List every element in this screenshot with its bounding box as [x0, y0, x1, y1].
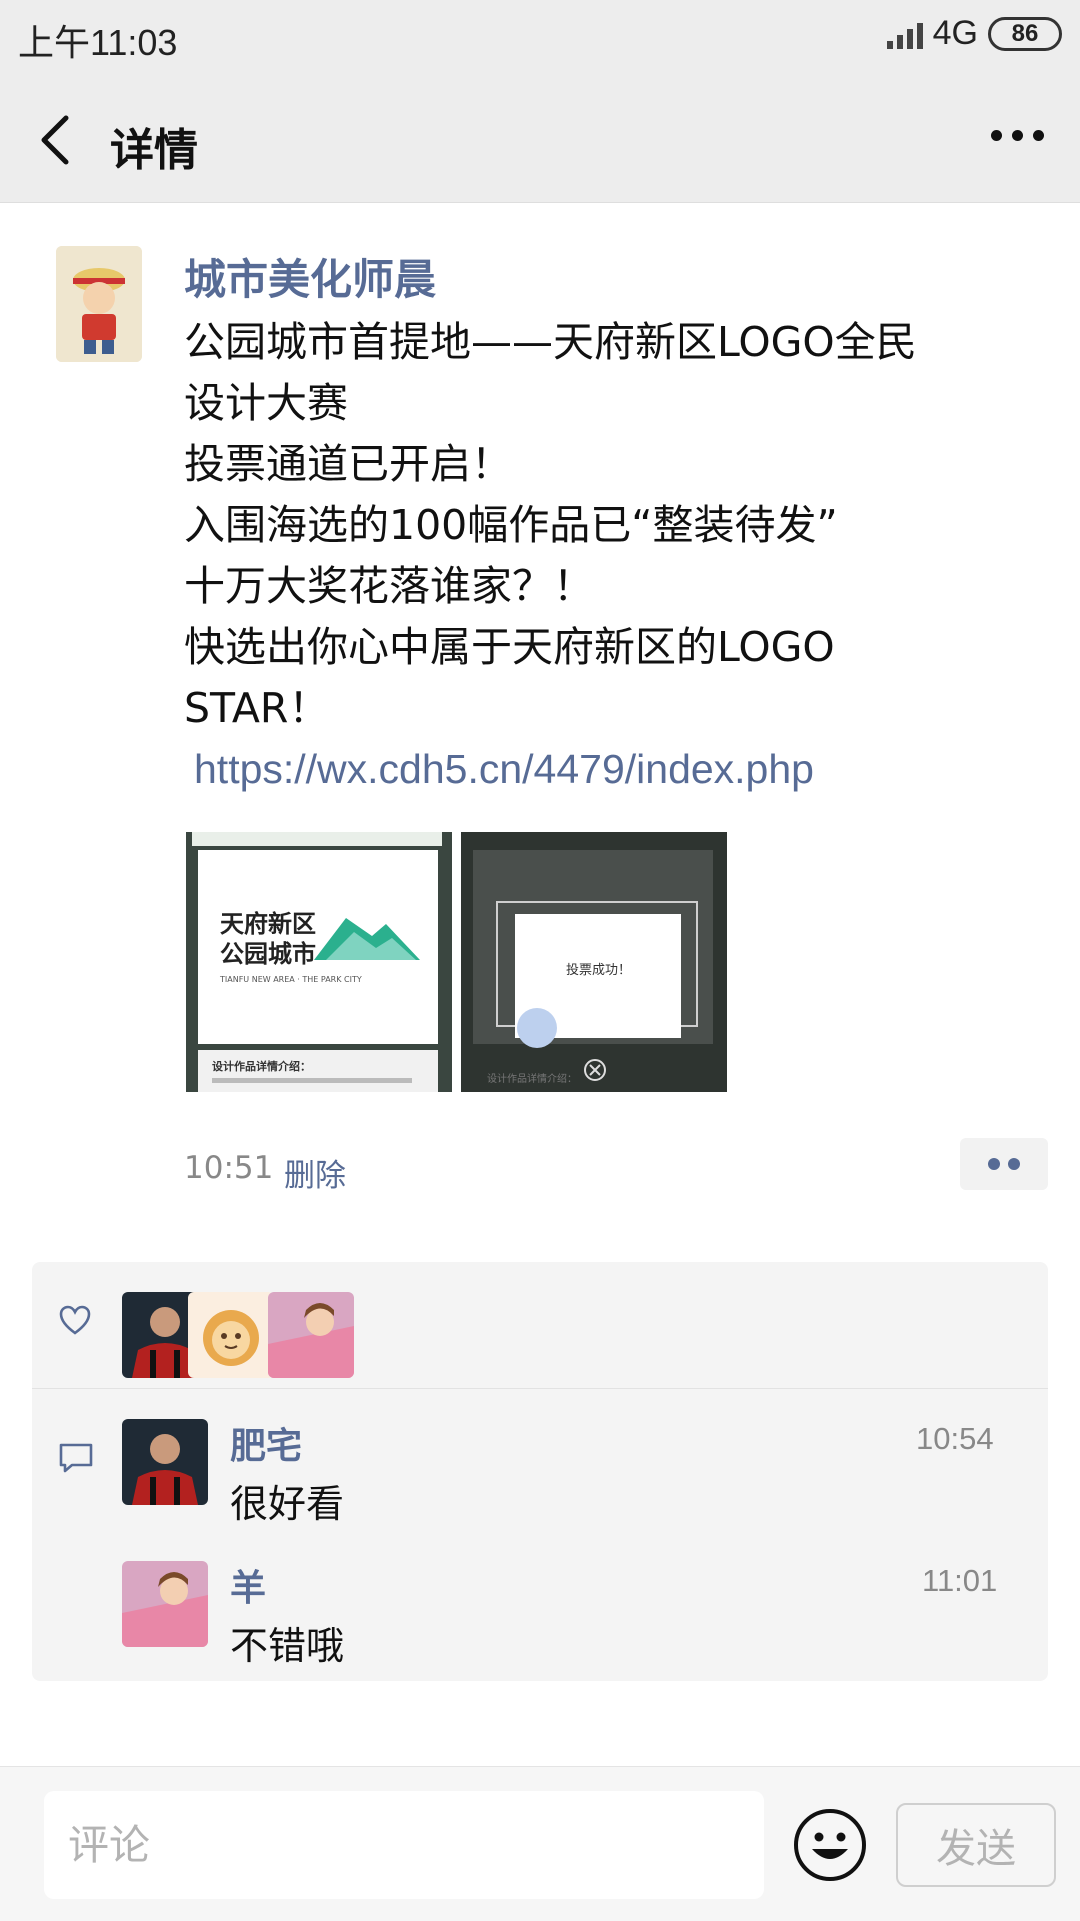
post-text-line: 投票通道已开启！	[184, 440, 512, 488]
battery-indicator: 86	[988, 16, 1062, 51]
post-image-1[interactable]: 天府新区 公园城市 TIANFU NEW AREA · THE PARK CIT…	[186, 832, 452, 1092]
comments-panel: 肥宅 很好看 10:54 羊 不错哦 11:01	[32, 1389, 1048, 1681]
more-actions-button[interactable]	[960, 1138, 1048, 1190]
comment-avatar[interactable]	[122, 1561, 208, 1647]
image-title-line-1: 天府新区	[220, 910, 316, 938]
comment-author[interactable]: 羊	[230, 1559, 266, 1611]
comment-text: 不错哦	[230, 1624, 345, 1668]
chevron-left-icon[interactable]	[36, 112, 76, 168]
comment-time: 10:54	[916, 1421, 994, 1456]
image-footer-text: 设计作品详情介绍：	[212, 1059, 311, 1073]
comment-author[interactable]: 肥宅	[230, 1417, 302, 1469]
image-title-line-2: 公园城市	[220, 940, 316, 968]
comment-text: 很好看	[230, 1482, 345, 1526]
heart-icon	[59, 1305, 91, 1335]
status-indicators: 4G 86	[886, 14, 1062, 53]
post-text: 公园城市首提地——天府新区LOGO全民 设计大赛 投票通道已开启！ 入围海选的1…	[184, 312, 1034, 800]
image-footer-text: 设计作品详情介绍：	[487, 1072, 577, 1085]
status-bar: 上午11:03 4G 86	[0, 0, 1080, 76]
post-text-line: 公园城市首提地——天府新区LOGO全民	[184, 318, 917, 366]
post-time: 10:51	[184, 1150, 274, 1186]
author-avatar[interactable]	[56, 246, 142, 362]
send-button[interactable]: 发送	[896, 1803, 1056, 1887]
comment-time: 11:01	[922, 1563, 998, 1598]
likes-panel	[32, 1262, 1048, 1389]
post-link[interactable]: https://wx.cdh5.cn/4479/index.php	[194, 739, 1034, 800]
network-type: 4G	[932, 14, 978, 52]
post-text-line: 快选出你心中属于天府新区的LOGO	[184, 623, 835, 671]
post-text-line: 入围海选的100幅作品已“整装待发”	[184, 501, 838, 549]
comment-input[interactable]	[44, 1791, 764, 1899]
dot-icon	[988, 1158, 1000, 1170]
more-horizontal-icon[interactable]	[991, 130, 1044, 141]
image-subtitle: TIANFU NEW AREA · THE PARK CITY	[219, 975, 362, 984]
post-author-name[interactable]: 城市美化师晨	[184, 246, 436, 307]
dot-icon	[1008, 1158, 1020, 1170]
post-text-line: 十万大奖花落谁家？！	[184, 562, 594, 610]
top-nav-bar: 详情	[0, 76, 1080, 203]
post-image-2[interactable]: 投票成功！ 设计作品详情介绍：	[461, 832, 727, 1092]
comment-icon	[59, 1443, 93, 1473]
vote-success-text: 投票成功！	[566, 962, 631, 978]
delete-button[interactable]: 删除	[284, 1150, 346, 1195]
status-time: 上午11:03	[18, 22, 178, 63]
page-title: 详情	[110, 125, 198, 176]
comment-bar: 发送	[0, 1766, 1080, 1921]
smiley-icon[interactable]	[792, 1807, 868, 1883]
like-avatar-3[interactable]	[268, 1292, 354, 1378]
comment-avatar[interactable]	[122, 1419, 208, 1505]
post-text-line: 设计大赛	[184, 379, 348, 427]
like-avatar-2[interactable]	[188, 1292, 274, 1378]
signal-icon	[886, 19, 923, 49]
post-text-line: STAR！	[184, 684, 330, 732]
